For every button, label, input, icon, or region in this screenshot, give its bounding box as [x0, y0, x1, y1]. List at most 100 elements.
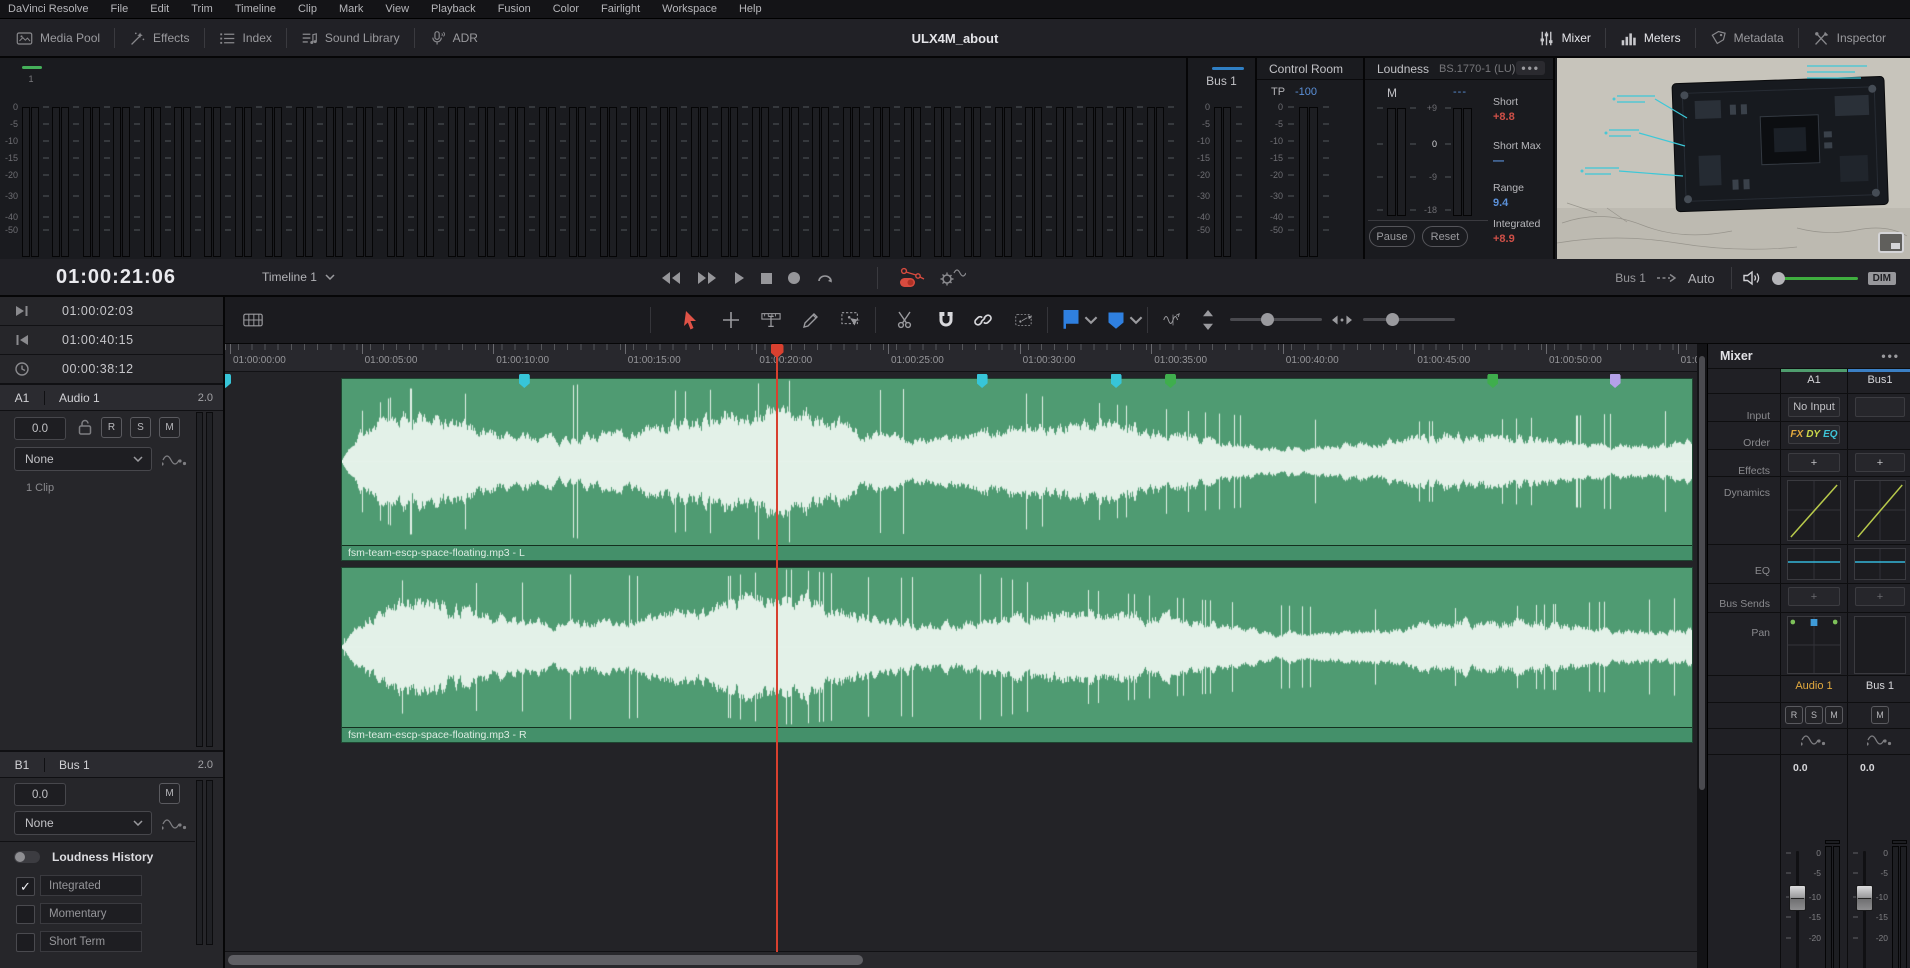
monitor-volume-slider[interactable]	[1772, 272, 1858, 285]
speaker-icon[interactable]	[1742, 270, 1762, 286]
timeline-area[interactable]: 01:00:00:0001:00:05:0001:00:10:0001:00:1…	[225, 344, 1697, 968]
vscroll-thumb[interactable]	[1699, 356, 1705, 790]
record-button[interactable]	[787, 271, 801, 285]
bus-send-add-button[interactable]: +	[1855, 587, 1905, 606]
timecode-field[interactable]: 00:00:38:12	[62, 362, 134, 376]
menu-item-fairlight[interactable]: Fairlight	[601, 3, 640, 15]
chevron-down-icon[interactable]	[1129, 297, 1143, 343]
horizontal-scrollbar[interactable]	[225, 951, 1697, 968]
effects-add-button[interactable]: +	[1788, 453, 1840, 472]
track-s-button[interactable]: S	[130, 417, 151, 438]
channel-input-box[interactable]	[1855, 397, 1905, 417]
vertical-zoom-slider[interactable]	[1230, 318, 1322, 321]
index-button[interactable]: Index	[205, 20, 286, 56]
effects-add-button[interactable]: +	[1855, 453, 1905, 472]
trim-tool[interactable]	[716, 297, 746, 343]
pencil-tool[interactable]	[796, 297, 826, 343]
track-m-button[interactable]: M	[159, 417, 180, 438]
hscroll-thumb[interactable]	[228, 955, 863, 965]
timeline-ruler[interactable]: 01:00:00:0001:00:05:0001:00:10:0001:00:1…	[225, 344, 1697, 372]
link-toggle[interactable]	[968, 297, 998, 343]
integrated-checkbox[interactable]: ✓	[16, 877, 35, 896]
automation-curve-icon[interactable]	[162, 816, 188, 832]
rewind-button[interactable]	[660, 271, 682, 285]
menu-item-workspace[interactable]: Workspace	[662, 3, 717, 15]
channel-input-box[interactable]: No Input	[1788, 397, 1840, 417]
audio-clip-right-channel[interactable]: fsm-team-escp-space-floating.mp3 - R	[341, 567, 1693, 743]
volume-knob[interactable]	[1772, 272, 1785, 285]
menu-item-help[interactable]: Help	[739, 3, 762, 15]
menu-item-clip[interactable]: Clip	[298, 3, 317, 15]
dynamics-graph[interactable]	[1854, 480, 1906, 541]
monitor-mode-label[interactable]: Auto	[1688, 271, 1715, 286]
menu-item-file[interactable]: File	[111, 3, 129, 15]
metadata-button[interactable]: Metadata	[1696, 20, 1798, 56]
chevron-down-icon[interactable]	[1084, 297, 1098, 343]
loop-button[interactable]	[815, 270, 835, 286]
menu-item-view[interactable]: View	[385, 3, 409, 15]
dynamics-graph[interactable]	[1787, 480, 1841, 541]
mixer-menu-icon[interactable]: •••	[1881, 349, 1900, 363]
automation-mode-dropdown[interactable]: None	[14, 447, 152, 471]
audio-clip-left-channel[interactable]: fsm-team-escp-space-floating.mp3 - L	[341, 378, 1693, 561]
horizontal-zoom-slider[interactable]	[1363, 318, 1455, 321]
control-room-title[interactable]: Control Room	[1269, 62, 1343, 76]
meters-button[interactable]: Meters	[1606, 20, 1695, 56]
mixer-button[interactable]: Mixer	[1524, 20, 1605, 56]
momentary-checkbox[interactable]	[16, 905, 35, 924]
selection-tool[interactable]	[676, 297, 706, 343]
loudness-pause-button[interactable]: Pause	[1369, 226, 1415, 247]
eq-graph[interactable]	[1787, 548, 1841, 580]
timeline-selector[interactable]: Timeline 1	[262, 270, 335, 284]
loudness-history-toggle[interactable]	[14, 851, 40, 863]
menu-item-fusion[interactable]: Fusion	[498, 3, 531, 15]
bus-gain-field[interactable]: 0.0	[14, 783, 66, 806]
picture-in-picture-icon[interactable]	[1878, 232, 1904, 253]
media-pool-button[interactable]: Media Pool	[2, 20, 114, 56]
loudness-reset-button[interactable]: Reset	[1422, 226, 1468, 247]
track-header-a1[interactable]: A1Audio 12.0	[0, 383, 223, 411]
channel-m-button[interactable]: M	[1871, 706, 1889, 724]
flag-menu[interactable]	[1060, 297, 1082, 343]
menu-item-timeline[interactable]: Timeline	[235, 3, 276, 15]
menu-item-edit[interactable]: Edit	[150, 3, 169, 15]
fader-knob[interactable]	[1789, 885, 1806, 911]
effects-button[interactable]: Effects	[115, 20, 203, 56]
range-tool[interactable]	[756, 297, 786, 343]
channel-m-button[interactable]: M	[1825, 706, 1843, 724]
marker-menu[interactable]	[1105, 297, 1127, 343]
bus-automation-dropdown[interactable]: None	[14, 811, 152, 835]
keyframe-tool[interactable]	[1010, 297, 1040, 343]
dim-button[interactable]: DIM	[1868, 272, 1896, 285]
monitor-bus-label[interactable]: Bus 1	[1615, 271, 1646, 285]
play-button[interactable]	[732, 271, 746, 285]
timeline-marker[interactable]	[225, 374, 231, 388]
loudness-title[interactable]: Loudness	[1377, 62, 1429, 76]
automation-curve-icon[interactable]	[162, 452, 188, 468]
automation-toggle-icon[interactable]	[898, 265, 926, 289]
menu-item-davinci-resolve[interactable]: DaVinci Resolve	[8, 3, 89, 15]
track-gain-field[interactable]: 0.0	[14, 417, 66, 440]
channel-r-button[interactable]: R	[1785, 706, 1803, 724]
playhead-timecode[interactable]: 01:00:21:06	[56, 266, 176, 289]
adr-button[interactable]: ADR	[415, 20, 492, 56]
channel-s-button[interactable]: S	[1805, 706, 1823, 724]
vertical-scrollbar[interactable]	[1697, 344, 1707, 968]
short-term-checkbox[interactable]	[16, 933, 35, 952]
timecode-field[interactable]: 01:00:02:03	[62, 304, 134, 318]
timecode-field[interactable]: 01:00:40:15	[62, 333, 134, 347]
stop-button[interactable]	[760, 272, 773, 285]
menu-item-mark[interactable]: Mark	[339, 3, 363, 15]
lock-open-icon[interactable]	[76, 418, 94, 436]
menu-item-color[interactable]: Color	[553, 3, 579, 15]
menu-item-playback[interactable]: Playback	[431, 3, 476, 15]
bus-mute-button[interactable]: M	[159, 783, 180, 804]
pan-grid[interactable]	[1854, 616, 1906, 674]
bus-send-add-button[interactable]: +	[1788, 587, 1840, 606]
automation-settings-icon[interactable]	[938, 265, 966, 289]
playhead[interactable]	[776, 344, 778, 952]
track-header-b1[interactable]: B1Bus 12.0	[0, 750, 223, 778]
vertical-zoom-knob[interactable]	[1261, 313, 1274, 326]
snap-toggle[interactable]	[931, 297, 961, 343]
fader-knob[interactable]	[1856, 885, 1873, 911]
